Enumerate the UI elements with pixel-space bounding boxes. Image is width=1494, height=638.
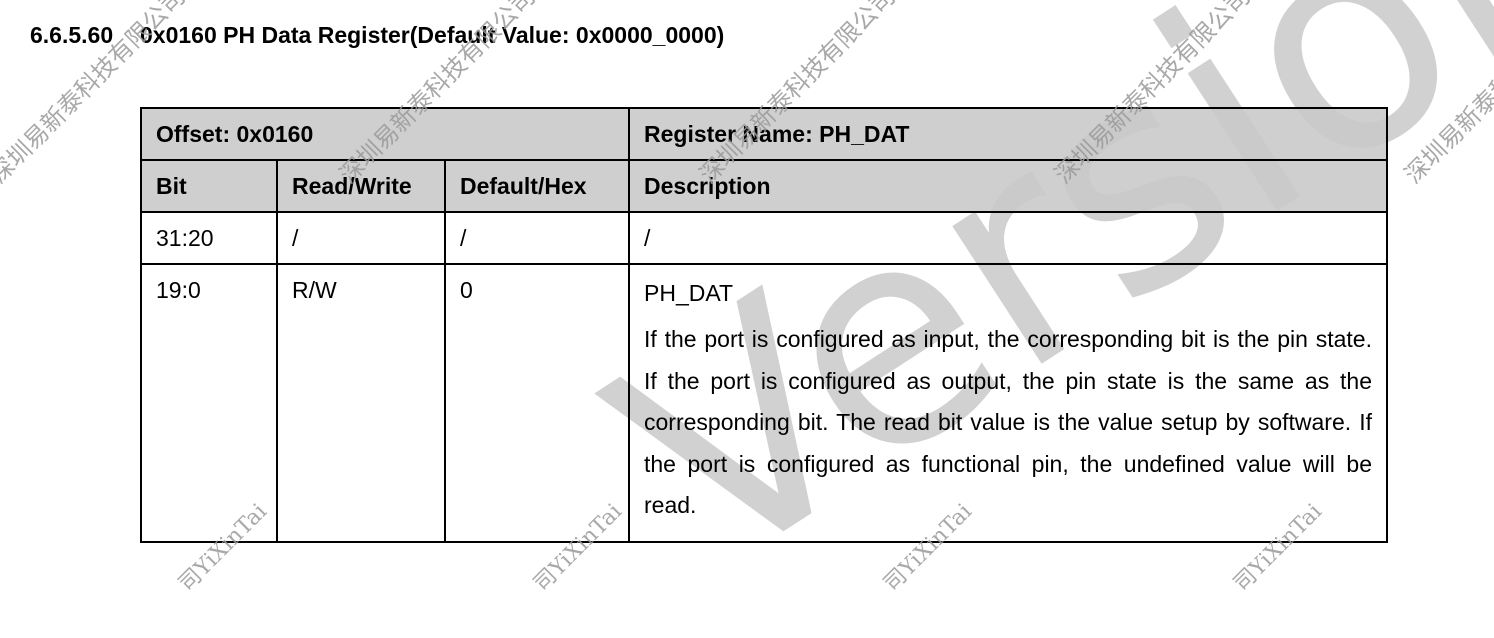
section-heading: 6.6.5.60 0x0160 PH Data Register(Default … <box>30 22 724 49</box>
read-write-cell: / <box>276 211 446 265</box>
description-cell: / <box>628 211 1388 265</box>
col-header-bit: Bit <box>140 159 278 213</box>
section-title: 0x0160 PH Data Register(Default Value: 0… <box>140 22 725 48</box>
col-header-read-write: Read/Write <box>276 159 446 213</box>
default-cell: / <box>444 211 630 265</box>
register-table: Offset: 0x0160 Register Name: PH_DAT Bit… <box>140 107 1388 543</box>
column-header-row: Bit Read/Write Default/Hex Description <box>140 159 1388 213</box>
bit-cell: 19:0 <box>140 263 278 543</box>
bit-cell: 31:20 <box>140 211 278 265</box>
section-number: 6.6.5.60 <box>30 22 114 48</box>
col-header-description: Description <box>628 159 1388 213</box>
read-write-cell: R/W <box>276 263 446 543</box>
field-description: If the port is configured as input, the … <box>644 326 1372 518</box>
table-row: 31:20 / / / <box>140 211 1388 265</box>
field-name: PH_DAT <box>644 280 734 306</box>
register-name-cell: Register Name: PH_DAT <box>628 107 1388 161</box>
default-cell: 0 <box>444 263 630 543</box>
description-cell: PH_DAT If the port is configured as inpu… <box>628 263 1388 543</box>
offset-cell: Offset: 0x0160 <box>140 107 630 161</box>
register-header-row: Offset: 0x0160 Register Name: PH_DAT <box>140 107 1388 161</box>
table-row: 19:0 R/W 0 PH_DAT If the port is configu… <box>140 263 1388 543</box>
col-header-default: Default/Hex <box>444 159 630 213</box>
